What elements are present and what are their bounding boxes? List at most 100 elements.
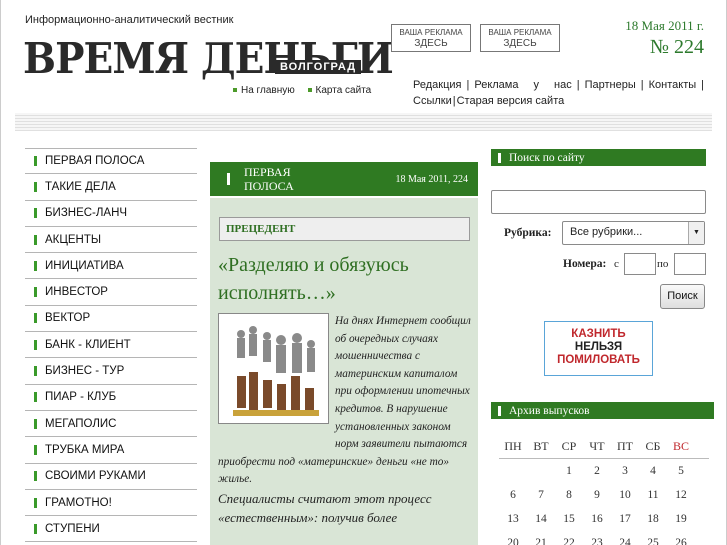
search-input[interactable] xyxy=(491,190,706,214)
sidebar-item[interactable]: ИНИЦИАТИВА xyxy=(25,253,197,280)
weekday-label: ЧТ xyxy=(589,439,605,453)
people-crowd-image xyxy=(219,314,328,423)
logo-city: ВОЛГОГРАД xyxy=(275,60,362,74)
ad-slot-1[interactable]: ВАША РЕКЛАМА ЗДЕСЬ xyxy=(391,24,471,52)
sidebar-marker-icon xyxy=(34,234,37,245)
home-link[interactable]: На главную xyxy=(241,85,295,96)
nav-advertising[interactable]: Реклама у нас xyxy=(474,79,571,91)
sidebar-item-label: СТУПЕНИ xyxy=(45,522,100,535)
calendar-day[interactable]: 1 xyxy=(555,465,583,477)
sidebar-item-label: СВОИМИ РУКАМИ xyxy=(45,470,146,483)
search-button[interactable]: Поиск xyxy=(660,284,705,309)
calendar-day[interactable]: 12 xyxy=(667,489,695,501)
sidebar-item[interactable]: ТАКИЕ ДЕЛА xyxy=(25,174,197,201)
header-divider xyxy=(15,113,712,131)
sidebar-marker-icon xyxy=(34,287,37,298)
calendar-week: 20 21 22 23 24 25 26 xyxy=(499,531,709,545)
site-logo[interactable]: ВРЕМЯ ДЕНЬГИ ВОЛГОГРАД xyxy=(23,34,394,83)
nav-separator: | xyxy=(701,79,704,91)
section-marker-icon xyxy=(227,173,230,185)
main-nav: Редакция | Реклама у нас | Партнеры | Контакты… xyxy=(413,77,709,109)
ad-line: ЗДЕСЬ xyxy=(414,38,448,49)
sidebar-item-label: ИНИЦИАТИВА xyxy=(45,259,124,272)
issue-to-input[interactable] xyxy=(674,253,706,275)
calendar-day[interactable]: 3 xyxy=(611,465,639,477)
sidebar-item[interactable]: БАНК - КЛИЕНТ xyxy=(25,332,197,359)
article-image[interactable] xyxy=(218,313,329,424)
sidebar-item[interactable]: АКЦЕНТЫ xyxy=(25,227,197,254)
calendar-day[interactable]: 17 xyxy=(611,513,639,525)
sidebar-marker-icon xyxy=(34,181,37,192)
calendar-day[interactable]: 22 xyxy=(555,537,583,545)
weekday-label: ВС xyxy=(672,439,689,453)
sidebar-item[interactable]: ПИАР - КЛУБ xyxy=(25,385,197,411)
sidebar-item[interactable]: ТРУБКА МИРА xyxy=(25,437,197,464)
nav-links[interactable]: Ссылки xyxy=(413,95,452,107)
numbers-label: Номера: xyxy=(563,258,607,270)
to-label: по xyxy=(657,258,669,270)
nav-old-version[interactable]: Старая версия сайта xyxy=(457,95,565,107)
sidebar-item[interactable]: ИНВЕСТОР xyxy=(25,279,197,306)
calendar-day[interactable]: 8 xyxy=(555,489,583,501)
calendar-day[interactable]: 4 xyxy=(639,465,667,477)
nav-editorial[interactable]: Редакция xyxy=(413,79,461,91)
weekday-label: ПТ xyxy=(617,439,633,453)
calendar-day[interactable]: 10 xyxy=(611,489,639,501)
weekday-label: ВТ xyxy=(533,439,549,453)
archive-header: Архив выпусков xyxy=(491,402,714,419)
calendar-day[interactable]: 7 xyxy=(527,489,555,501)
calendar-day[interactable]: 19 xyxy=(667,513,695,525)
rubric-select[interactable]: Все рубрики... ▼ xyxy=(562,221,705,245)
calendar-day[interactable]: 6 xyxy=(499,489,527,501)
article-rubric[interactable]: ПРЕЦЕДЕНТ xyxy=(219,217,470,241)
sidebar-item[interactable]: ГРАМОТНО! xyxy=(25,490,197,517)
sidebar-item[interactable]: СВОИМИ РУКАМИ xyxy=(25,464,197,490)
sidebar-item[interactable]: СТУПЕНИ xyxy=(25,516,197,543)
section-header: ПЕРВАЯ ПОЛОСА 18 Мая 2011, 224 xyxy=(210,162,478,196)
calendar-day[interactable]: 13 xyxy=(499,513,527,525)
logo-text: ВРЕМЯ ДЕНЬГИ xyxy=(23,34,394,83)
calendar-day[interactable]: 24 xyxy=(611,537,639,545)
sidebar-item[interactable]: ВЕКТОР xyxy=(25,306,197,333)
promo-banner[interactable]: КАЗНИТЬ НЕЛЬЗЯ ПОМИЛОВАТЬ xyxy=(544,321,653,376)
calendar-day[interactable]: 26 xyxy=(667,537,695,545)
calendar-day[interactable]: 2 xyxy=(583,465,611,477)
site-tagline: Информационно-аналитический вестник xyxy=(25,14,234,26)
sidebar-item-label: МЕГАПОЛИС xyxy=(45,417,117,430)
sidebar-marker-icon xyxy=(34,366,37,377)
nav-partners[interactable]: Партнеры xyxy=(585,79,636,91)
sidebar-item[interactable]: МЕГАПОЛИС xyxy=(25,411,197,438)
calendar-day[interactable]: 16 xyxy=(583,513,611,525)
archive-title: Архив выпусков xyxy=(509,404,590,417)
sitemap-link[interactable]: Карта сайта xyxy=(316,85,372,96)
section-date: 18 Мая 2011, 224 xyxy=(395,173,468,185)
article-headline[interactable]: «Разделяю и обязуюсь исполнять…» xyxy=(218,251,473,307)
nav-separator: | xyxy=(452,95,456,107)
rubric-select-value: Все рубрики... xyxy=(570,226,643,238)
sidebar-item[interactable]: БИЗНЕС-ЛАНЧ xyxy=(25,201,197,227)
calendar-day[interactable]: 9 xyxy=(583,489,611,501)
sidebar: ПЕРВАЯ ПОЛОСА ТАКИЕ ДЕЛА БИЗНЕС-ЛАНЧ АКЦЕНТ… xyxy=(25,148,197,543)
calendar-day[interactable]: 23 xyxy=(583,537,611,545)
ad-slot-2[interactable]: ВАША РЕКЛАМА ЗДЕСЬ xyxy=(480,24,560,52)
calendar-day[interactable]: 14 xyxy=(527,513,555,525)
calendar-day[interactable]: 25 xyxy=(639,537,667,545)
calendar-day[interactable]: 20 xyxy=(499,537,527,545)
calendar-week: 13 14 15 16 17 18 19 xyxy=(499,507,709,531)
search-title: Поиск по сайту xyxy=(509,151,585,164)
archive-calendar: ПН ВТ СР ЧТ ПТ СБ ВС 1 2 3 4 5 6 7 8 9 10 11 12 13 14 15 16 17 1… xyxy=(499,435,709,545)
calendar-day[interactable]: 21 xyxy=(527,537,555,545)
calendar-day[interactable]: 5 xyxy=(667,465,695,477)
nav-separator: | xyxy=(466,79,470,91)
chevron-down-icon[interactable]: ▼ xyxy=(688,222,704,244)
calendar-day[interactable]: 11 xyxy=(639,489,667,501)
weekday-label: СР xyxy=(561,439,577,453)
article-continuation: Специалисты считают этот процесс «естест… xyxy=(218,490,432,525)
calendar-day[interactable]: 15 xyxy=(555,513,583,525)
sidebar-item[interactable]: ПЕРВАЯ ПОЛОСА xyxy=(25,148,197,175)
nav-contacts[interactable]: Контакты xyxy=(649,79,697,91)
calendar-day[interactable]: 18 xyxy=(639,513,667,525)
issue-from-input[interactable] xyxy=(624,253,656,275)
sidebar-item[interactable]: БИЗНЕС - ТУР xyxy=(25,358,197,385)
sidebar-marker-icon xyxy=(34,156,37,167)
